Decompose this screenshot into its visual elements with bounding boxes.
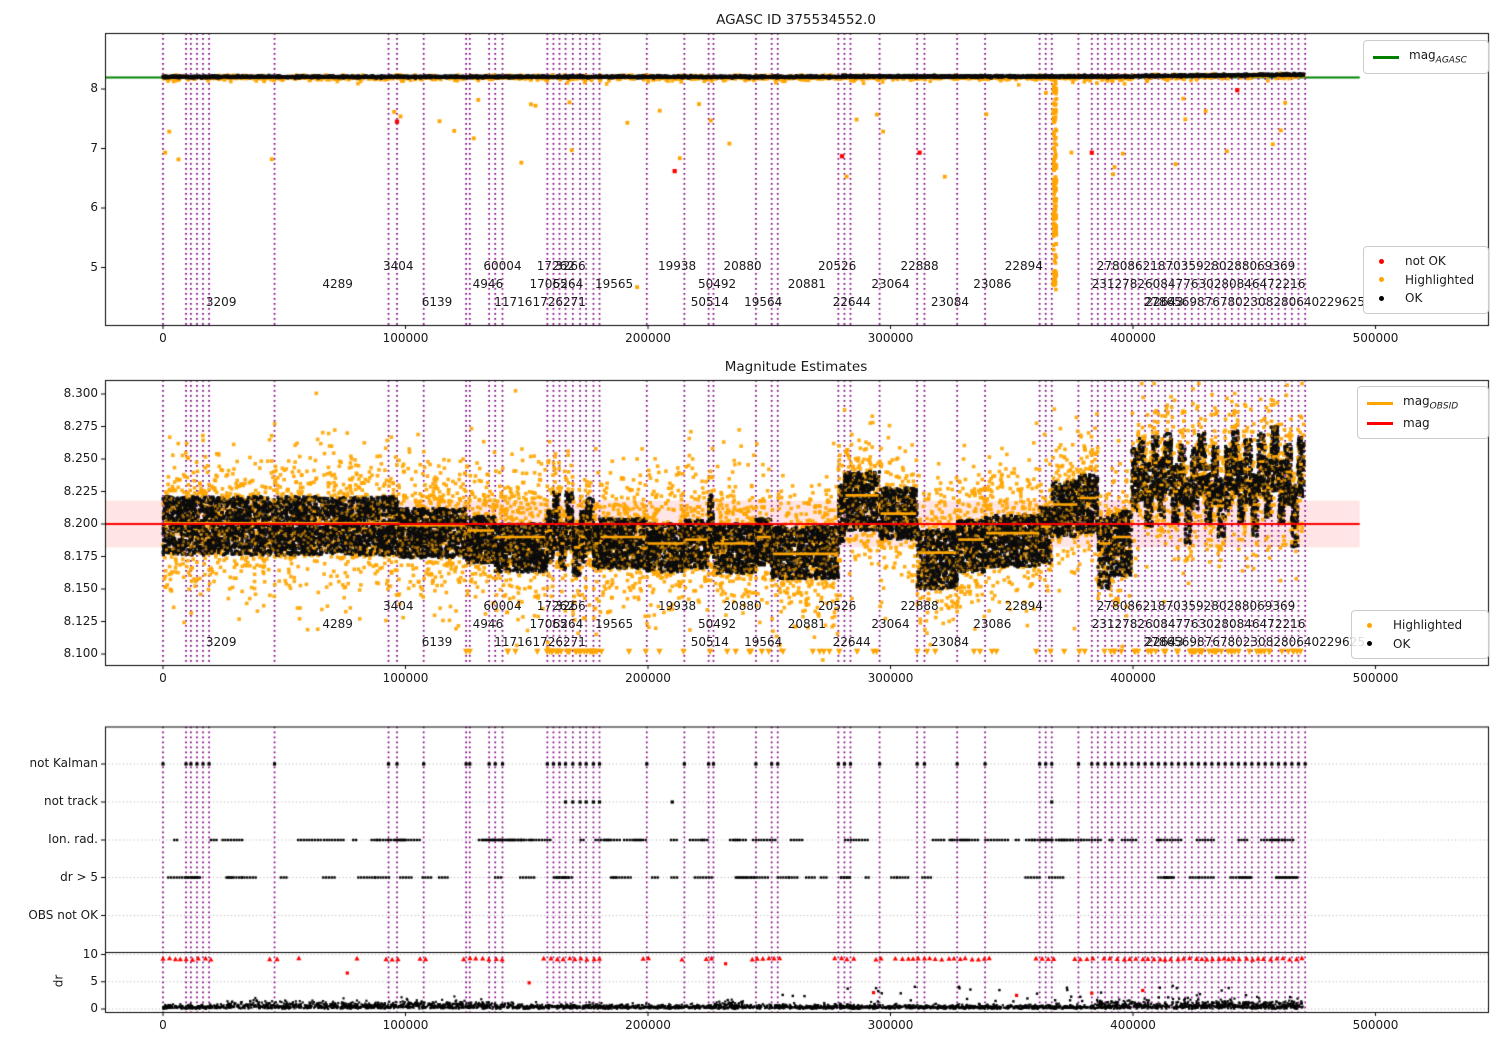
mid-plot-title: Magnitude Estimates bbox=[725, 359, 867, 375]
dr-axis-label: dr bbox=[51, 975, 65, 988]
legend-entry-not-ok: not OK bbox=[1373, 252, 1479, 271]
red-line-swatch bbox=[1367, 422, 1393, 425]
red-dot-swatch bbox=[1379, 259, 1384, 264]
green-line-swatch bbox=[1373, 56, 1399, 59]
black-dot-swatch bbox=[1367, 641, 1372, 646]
orange-dot-swatch bbox=[1379, 277, 1384, 282]
legend-entry-mag: mag bbox=[1367, 414, 1479, 433]
figure: 0100000200000300000400000500000010000020… bbox=[0, 0, 1500, 1050]
top-plot-title: AGASC ID 375534552.0 bbox=[716, 12, 876, 28]
legend-label: magOBSID bbox=[1403, 392, 1458, 414]
legend-label: OK bbox=[1393, 635, 1410, 654]
black-dot-swatch bbox=[1379, 296, 1384, 301]
legend-entry-ok: OK bbox=[1373, 289, 1479, 308]
plot-canvas bbox=[0, 0, 1500, 1050]
legend-entry-mag-agasc: magAGASC bbox=[1373, 46, 1479, 68]
legend-entry-highlighted: Highlighted bbox=[1373, 271, 1479, 290]
orange-line-swatch bbox=[1367, 402, 1393, 405]
legend-entry-highlighted: Highlighted bbox=[1361, 616, 1479, 635]
legend-label: Highlighted bbox=[1393, 616, 1462, 635]
legend-top-markers: not OK Highlighted OK bbox=[1363, 246, 1489, 314]
legend-entry-ok: OK bbox=[1361, 635, 1479, 654]
legend-mid-markers: Highlighted OK bbox=[1351, 610, 1489, 659]
legend-entry-mag-obsid: magOBSID bbox=[1367, 392, 1479, 414]
legend-label: not OK bbox=[1405, 252, 1446, 271]
orange-dot-swatch bbox=[1367, 623, 1372, 628]
legend-label: magAGASC bbox=[1409, 46, 1467, 68]
legend-label: Highlighted bbox=[1405, 271, 1474, 290]
legend-mag-agasc: magAGASC bbox=[1363, 40, 1489, 74]
legend-label: OK bbox=[1405, 289, 1422, 308]
legend-mag-lines: magOBSID mag bbox=[1357, 386, 1489, 439]
legend-label: mag bbox=[1403, 414, 1430, 433]
